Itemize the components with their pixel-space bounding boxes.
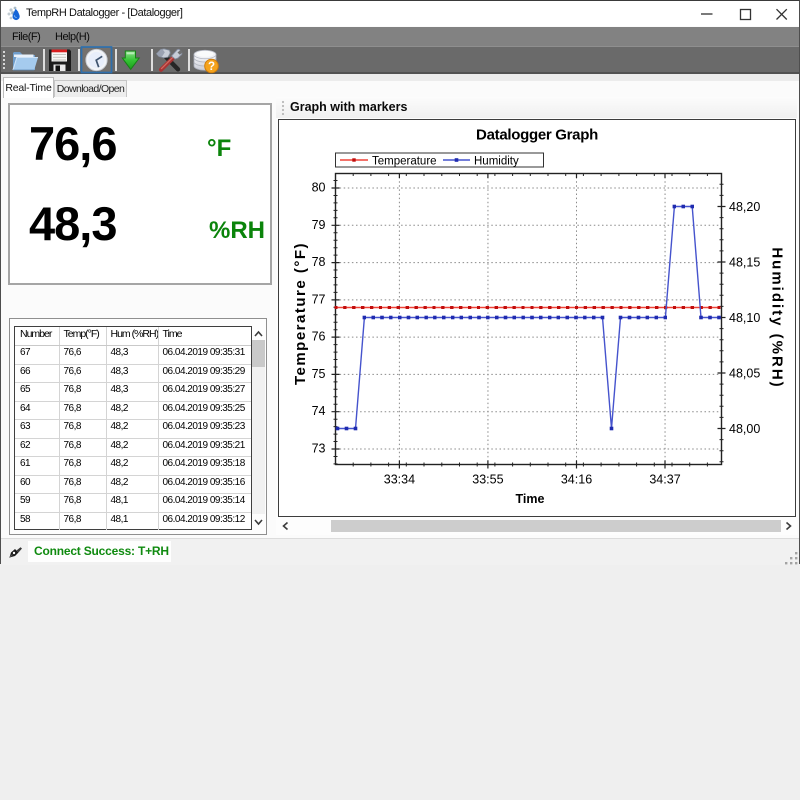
svg-text:Temperature (°F): Temperature (°F) (292, 241, 309, 384)
svg-text:?: ? (208, 61, 215, 73)
svg-text:34:37: 34:37 (649, 472, 680, 486)
svg-text:77: 77 (311, 292, 325, 306)
svg-text:48,15: 48,15 (729, 255, 760, 269)
svg-text:78: 78 (311, 255, 325, 269)
svg-text:48,10: 48,10 (729, 311, 760, 325)
svg-text:48,00: 48,00 (729, 422, 760, 436)
svg-text:74: 74 (311, 404, 325, 418)
svg-text:Temperature: Temperature (372, 155, 437, 167)
svg-text:79: 79 (311, 217, 325, 231)
svg-text:76: 76 (311, 329, 325, 343)
svg-text:34:16: 34:16 (560, 472, 591, 486)
svg-text:48,05: 48,05 (729, 366, 760, 380)
svg-text:75: 75 (311, 366, 325, 380)
svg-text:33:55: 33:55 (472, 472, 503, 486)
svg-text:33:34: 33:34 (383, 472, 414, 486)
svg-text:Humidity (%RH): Humidity (%RH) (768, 247, 785, 388)
svg-text:80: 80 (311, 180, 325, 194)
svg-text:48,20: 48,20 (729, 200, 760, 214)
svg-text:Time: Time (515, 492, 544, 506)
svg-text:Datalogger Graph: Datalogger Graph (476, 126, 598, 143)
svg-text:73: 73 (311, 441, 325, 455)
svg-text:Humidity: Humidity (474, 155, 519, 167)
